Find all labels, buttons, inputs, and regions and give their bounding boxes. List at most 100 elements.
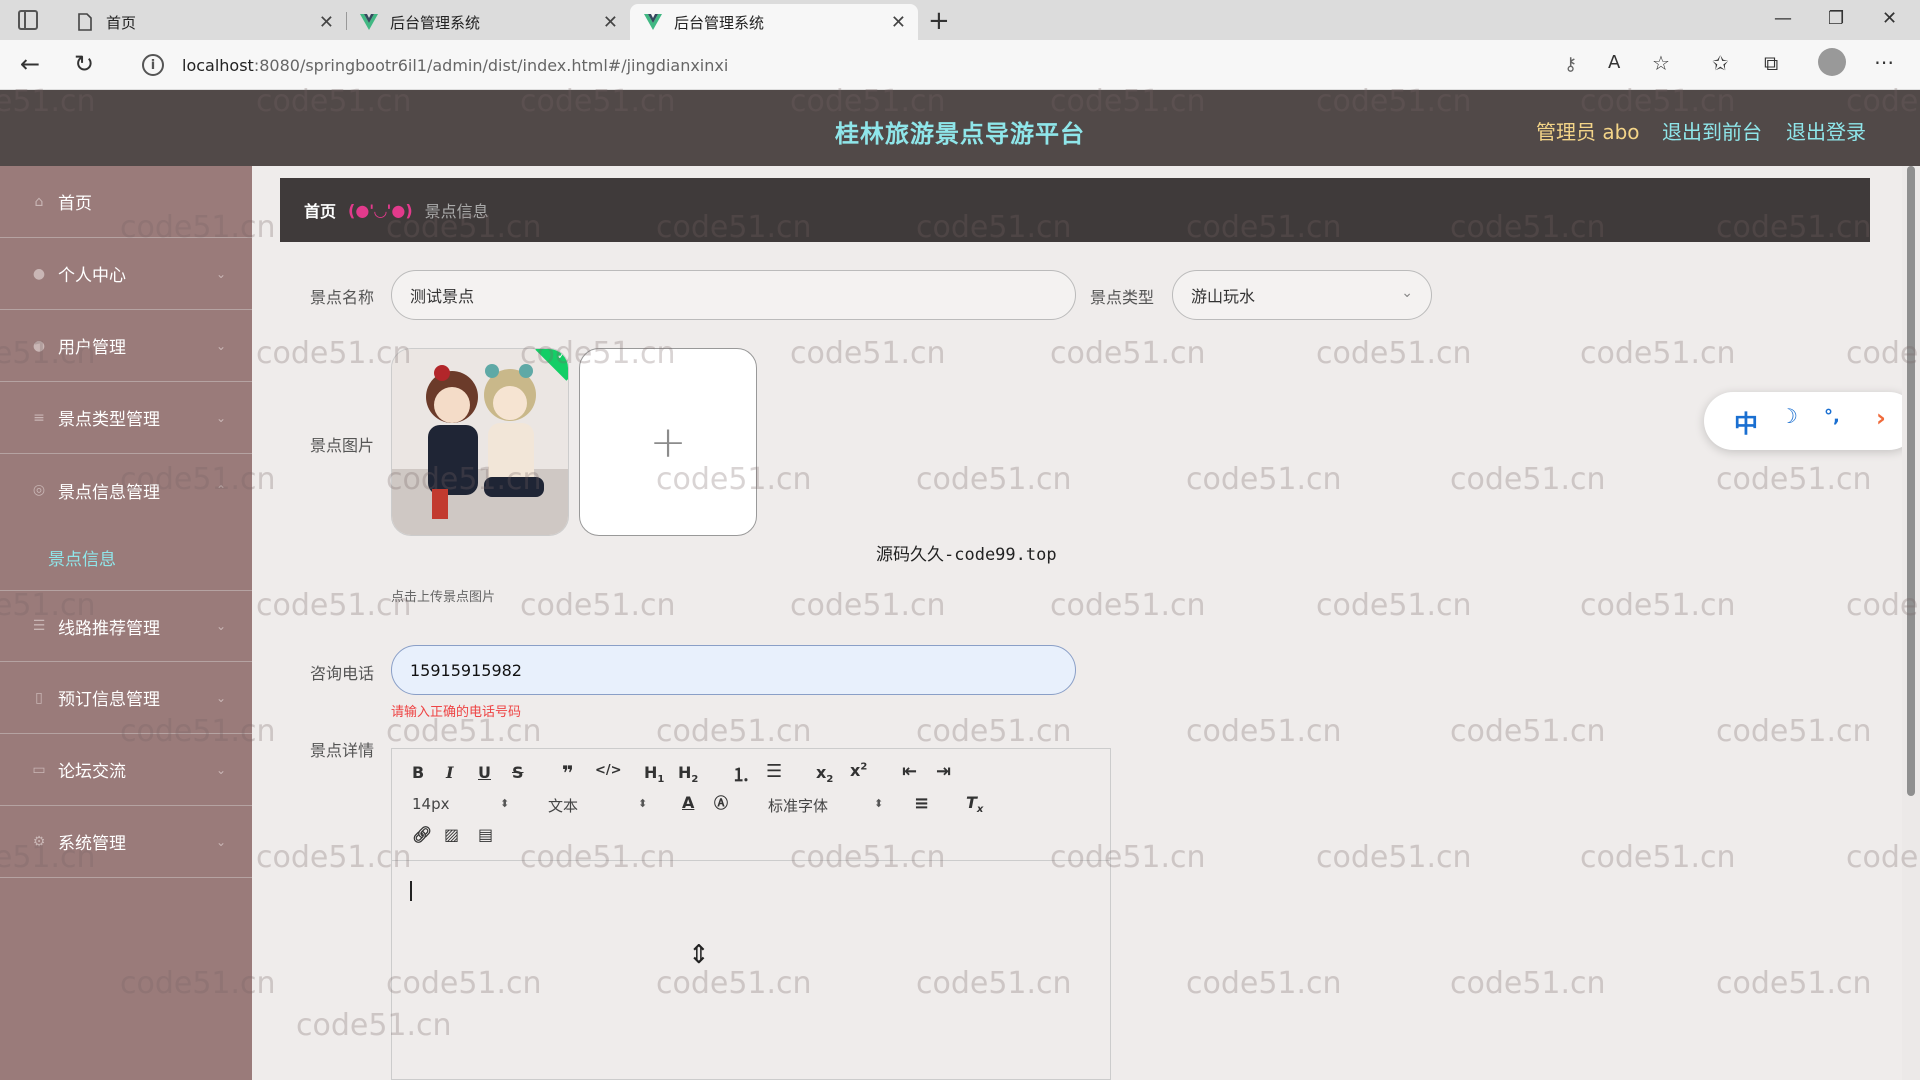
font-color-icon[interactable]: A [682,793,694,812]
sidebar-item-users[interactable]: ● 用户管理 ⌄ [0,310,252,382]
upload-add-button[interactable]: + [579,348,757,536]
sidebar-item-spot-info[interactable]: ◎ 景点信息管理 ⌃ [0,454,252,526]
clear-format-icon[interactable]: Tx [966,793,983,815]
close-icon[interactable]: ✕ [319,12,334,33]
restore-icon[interactable]: ❐ [1828,8,1844,29]
sidebar-item-routes[interactable]: ☰ 线路推荐管理 ⌄ [0,590,252,662]
users-icon: ● [32,337,46,354]
refresh-icon[interactable]: ↻ [74,50,94,78]
close-icon[interactable]: ✕ [603,12,618,33]
sidebar-subitem-spot-info[interactable]: 景点信息 [48,545,116,570]
name-input[interactable]: 测试景点 [391,270,1076,320]
bullet-list-icon[interactable]: ☰ [766,761,782,782]
editor-content[interactable] [392,861,1110,1079]
browser-tab-admin-2[interactable]: 后台管理系统 ✕ [630,4,918,40]
scrollbar-thumb[interactable] [1907,166,1915,796]
chevron-down-icon: ⌄ [215,834,226,849]
tab-label: 后台管理系统 [674,13,765,32]
sidebar-item-bookings[interactable]: ▯ 预订信息管理 ⌄ [0,662,252,734]
profile-avatar[interactable] [1818,48,1846,76]
chevron-right-icon[interactable]: › [1876,404,1886,432]
phone-error-message: 请输入正确的电话号码 [391,705,522,720]
info-icon[interactable]: i [142,54,164,76]
heading1-icon[interactable]: H1 [644,763,664,785]
minimize-icon[interactable]: — [1774,8,1792,29]
editor-toolbar: B I U S ❞ </> H1 H2 ⒈ ☰ x2 x2 ⇤ ⇥ 14px ⬍… [392,749,1110,861]
more-icon[interactable]: ⋯ [1874,50,1894,74]
url-field[interactable]: i localhost:8080/springbootr6il1/admin/d… [122,46,1692,84]
sidebar-item-label: 预订信息管理 [58,690,160,710]
block-format-select[interactable]: 文本 ⬍ [548,795,647,816]
font-size-select[interactable]: 14px ⬍ [412,795,509,813]
browser-tab-home[interactable]: 首页 ✕ [62,4,346,40]
page-icon [76,13,94,31]
vue-logo-icon [360,13,378,31]
blockquote-icon[interactable]: ❞ [562,761,574,785]
gear-icon: ⚙ [32,833,46,850]
image-label: 景点图片 [310,436,375,455]
breadcrumb-current: 景点信息 [424,202,489,221]
new-tab-icon[interactable]: + [928,6,950,36]
moon-icon[interactable]: ☽ [1780,404,1798,428]
updown-icon: ⬍ [638,797,648,810]
close-window-icon[interactable]: ✕ [1882,8,1897,29]
plus-icon: + [649,416,687,468]
indent-icon[interactable]: ⇥ [936,761,951,782]
browser-tab-admin-1[interactable]: 后台管理系统 ✕ [346,4,630,40]
font-family-select[interactable]: 标准字体 ⬍ [768,795,883,816]
chinese-mode-icon[interactable]: 中 [1734,404,1758,439]
page-scrollbar[interactable] [1902,166,1920,1080]
bold-icon[interactable]: B [412,763,424,782]
uploaded-image-thumbnail[interactable]: ✓ [391,348,569,536]
punctuation-icon[interactable]: °, [1824,406,1840,427]
heading2-icon[interactable]: H2 [678,763,698,785]
code-icon[interactable]: </> [595,763,622,778]
user-icon: ● [32,265,46,282]
back-icon[interactable]: ← [20,50,40,78]
strikethrough-icon[interactable]: S [512,763,524,782]
chevron-down-icon: ⌄ [215,338,226,353]
back-to-front-link[interactable]: 退出到前台 [1662,116,1762,145]
tab-label: 首页 [106,13,137,32]
sidebar-item-home[interactable]: ⌂ 首页 [0,166,252,238]
outdent-icon[interactable]: ⇤ [902,761,917,782]
phone-label: 咨询电话 [310,664,375,683]
video-icon[interactable]: ▤ [478,825,493,844]
close-icon[interactable]: ✕ [891,12,906,33]
tab-actions-icon[interactable] [18,10,38,30]
chevron-down-icon: ⌄ [215,690,226,705]
key-icon[interactable]: ⚷ [1564,54,1577,75]
image-icon[interactable]: ▨ [444,825,459,844]
collections-icon[interactable]: ⧉ [1764,51,1778,75]
tab-label: 后台管理系统 [390,13,481,32]
ordered-list-icon[interactable]: ⒈ [732,761,750,787]
background-color-icon[interactable]: Ⓐ [714,793,728,813]
read-aloud-icon[interactable]: A [1608,52,1620,73]
sidebar-item-spot-types[interactable]: ≡ 景点类型管理 ⌄ [0,382,252,454]
chevron-down-icon: ⌄ [215,410,226,425]
breadcrumb-home[interactable]: 首页 [304,198,336,222]
block-format-value: 文本 [548,797,579,815]
favorite-add-icon[interactable]: ☆ [1652,51,1670,75]
sidebar-item-label: 线路推荐管理 [58,618,160,639]
link-icon[interactable]: 🔗︎ [412,825,432,844]
sidebar-item-forum[interactable]: ▭ 论坛交流 ⌄ [0,734,252,806]
subscript-icon[interactable]: x2 [816,763,833,785]
align-icon[interactable]: ≡ [914,793,929,814]
logout-link[interactable]: 退出登录 [1786,116,1866,145]
type-select[interactable]: 游山玩水 ⌄ [1172,270,1432,320]
favorites-icon[interactable]: ✩ [1712,51,1729,75]
calendar-icon: ▯ [35,689,43,706]
sidebar-item-label: 个人中心 [58,266,126,286]
sidebar-item-system[interactable]: ⚙ 系统管理 ⌄ [0,806,252,878]
sidebar-item-label: 论坛交流 [58,762,126,782]
chevron-down-icon: ⌄ [1401,285,1413,301]
info-icon: ◎ [32,482,46,498]
italic-icon[interactable]: I [446,763,453,782]
sidebar-item-profile[interactable]: ● 个人中心 ⌄ [0,238,252,310]
phone-input[interactable]: 15915915982 [391,645,1076,695]
superscript-icon[interactable]: x2 [850,761,867,780]
underline-icon[interactable]: U [478,763,491,782]
chevron-down-icon: ⌄ [215,762,226,777]
updown-icon: ⬍ [874,797,884,810]
